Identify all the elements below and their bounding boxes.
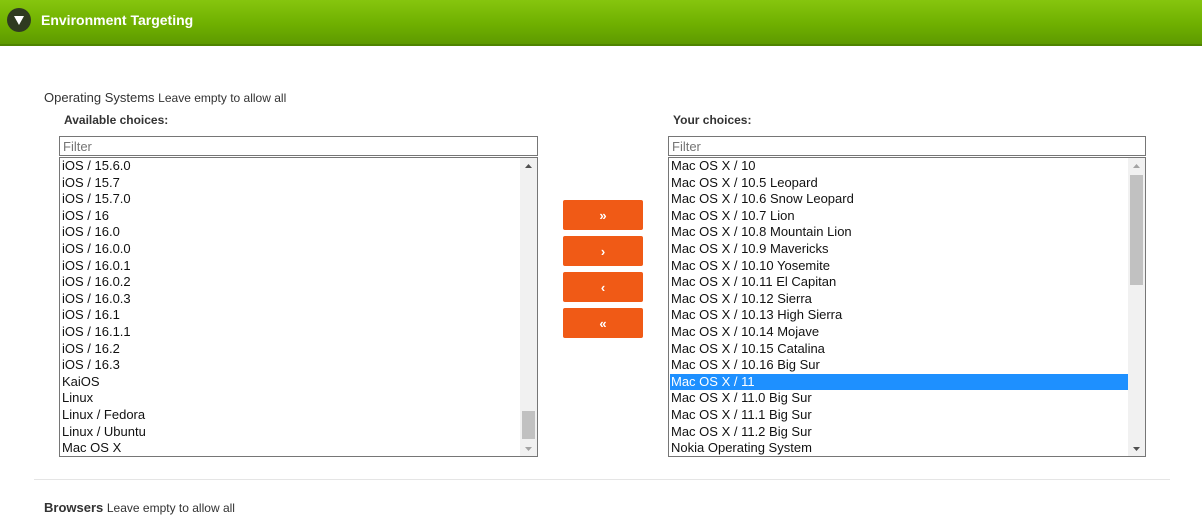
list-item[interactable]: Mac OS X / 11.0 Big Sur — [670, 390, 1128, 407]
list-item[interactable]: Mac OS X / 10.11 El Capitan — [670, 274, 1128, 291]
add-selected-button[interactable]: › — [563, 236, 643, 266]
available-scrollbar[interactable] — [520, 158, 537, 456]
scroll-down-icon[interactable] — [1128, 441, 1145, 456]
available-choices-label: Available choices: — [64, 113, 169, 127]
list-item[interactable]: Mac OS X / 11.1 Big Sur — [670, 407, 1128, 424]
remove-selected-button[interactable]: ‹ — [563, 272, 643, 302]
section-divider — [34, 479, 1170, 480]
list-item[interactable]: Mac OS X / 10.10 Yosemite — [670, 258, 1128, 275]
list-item[interactable]: iOS / 16.0.1 — [61, 258, 520, 275]
list-item[interactable]: iOS / 16.0.0 — [61, 241, 520, 258]
list-item[interactable]: Mac OS X / 10.9 Mavericks — [670, 241, 1128, 258]
chosen-items: Mac OS X / 10 Mac OS X / 10.5 Leopard Mac … — [670, 158, 1128, 456]
available-items: iOS / 15.6.0 iOS / 15.7 iOS / 15.7.0 iOS / … — [61, 158, 520, 456]
operating-systems-heading: Operating Systems Leave empty to allow a… — [44, 90, 286, 105]
list-item[interactable]: iOS / 16.2 — [61, 341, 520, 358]
scroll-down-icon[interactable] — [520, 441, 537, 456]
list-item[interactable]: iOS / 16.1.1 — [61, 324, 520, 341]
list-item[interactable]: Mac OS X / 10.14 Mojave — [670, 324, 1128, 341]
list-item[interactable]: Mac OS X / 10.8 Mountain Lion — [670, 224, 1128, 241]
chosen-scrollbar[interactable] — [1128, 158, 1145, 456]
list-item[interactable]: Linux — [61, 390, 520, 407]
browsers-hint: Leave empty to allow all — [106, 501, 235, 515]
available-filter-input[interactable] — [59, 136, 538, 156]
scrollbar-thumb[interactable] — [1130, 175, 1143, 285]
your-choices-list[interactable]: Mac OS X / 10 Mac OS X / 10.5 Leopard Mac … — [668, 157, 1146, 457]
scroll-up-icon[interactable] — [520, 158, 537, 173]
list-item[interactable]: Linux / Fedora — [61, 407, 520, 424]
triangle-down-icon — [14, 15, 24, 25]
list-item[interactable]: Mac OS X / 10.5 Leopard — [670, 175, 1128, 192]
list-item[interactable]: iOS / 16.1 — [61, 307, 520, 324]
list-item[interactable]: iOS / 15.7 — [61, 175, 520, 192]
list-item[interactable]: Mac OS X / 11 — [670, 373, 1128, 391]
list-item[interactable]: iOS / 15.7.0 — [61, 191, 520, 208]
list-item[interactable]: Mac OS X / 10.13 High Sierra — [670, 307, 1128, 324]
list-item[interactable]: iOS / 16.0.3 — [61, 291, 520, 308]
section-header: Environment Targeting — [0, 0, 1202, 46]
list-item[interactable]: Mac OS X / 10.15 Catalina — [670, 341, 1128, 358]
list-item[interactable]: Mac OS X — [61, 440, 520, 456]
available-choices-list[interactable]: iOS / 15.6.0 iOS / 15.7 iOS / 15.7.0 iOS / … — [59, 157, 538, 457]
remove-all-button[interactable]: « — [563, 308, 643, 338]
list-item[interactable]: KaiOS — [61, 374, 520, 391]
add-all-button[interactable]: » — [563, 200, 643, 230]
list-item[interactable]: Mac OS X / 10.6 Snow Leopard — [670, 191, 1128, 208]
list-item[interactable]: iOS / 16.0.2 — [61, 274, 520, 291]
scrollbar-thumb[interactable] — [522, 411, 535, 439]
list-item[interactable]: Nokia Operating System — [670, 440, 1128, 456]
chosen-filter-input[interactable] — [668, 136, 1146, 156]
list-item[interactable]: iOS / 16.3 — [61, 357, 520, 374]
section-title: Environment Targeting — [41, 12, 194, 28]
list-item[interactable]: Mac OS X / 10.16 Big Sur — [670, 357, 1128, 374]
list-item[interactable]: Linux / Ubuntu — [61, 424, 520, 441]
collapse-toggle-button[interactable] — [7, 8, 31, 32]
your-choices-label: Your choices: — [673, 113, 752, 127]
list-item[interactable]: Mac OS X / 10 — [670, 158, 1128, 175]
scroll-up-icon[interactable] — [1128, 158, 1145, 173]
operating-systems-hint: Leave empty to allow all — [158, 91, 287, 105]
operating-systems-title: Operating Systems — [44, 90, 155, 105]
list-item[interactable]: iOS / 16.0 — [61, 224, 520, 241]
list-item[interactable]: Mac OS X / 11.2 Big Sur — [670, 424, 1128, 441]
list-item[interactable]: iOS / 16 — [61, 208, 520, 225]
list-item[interactable]: Mac OS X / 10.12 Sierra — [670, 291, 1128, 308]
list-item[interactable]: iOS / 15.6.0 — [61, 158, 520, 175]
list-item[interactable]: Mac OS X / 10.7 Lion — [670, 208, 1128, 225]
